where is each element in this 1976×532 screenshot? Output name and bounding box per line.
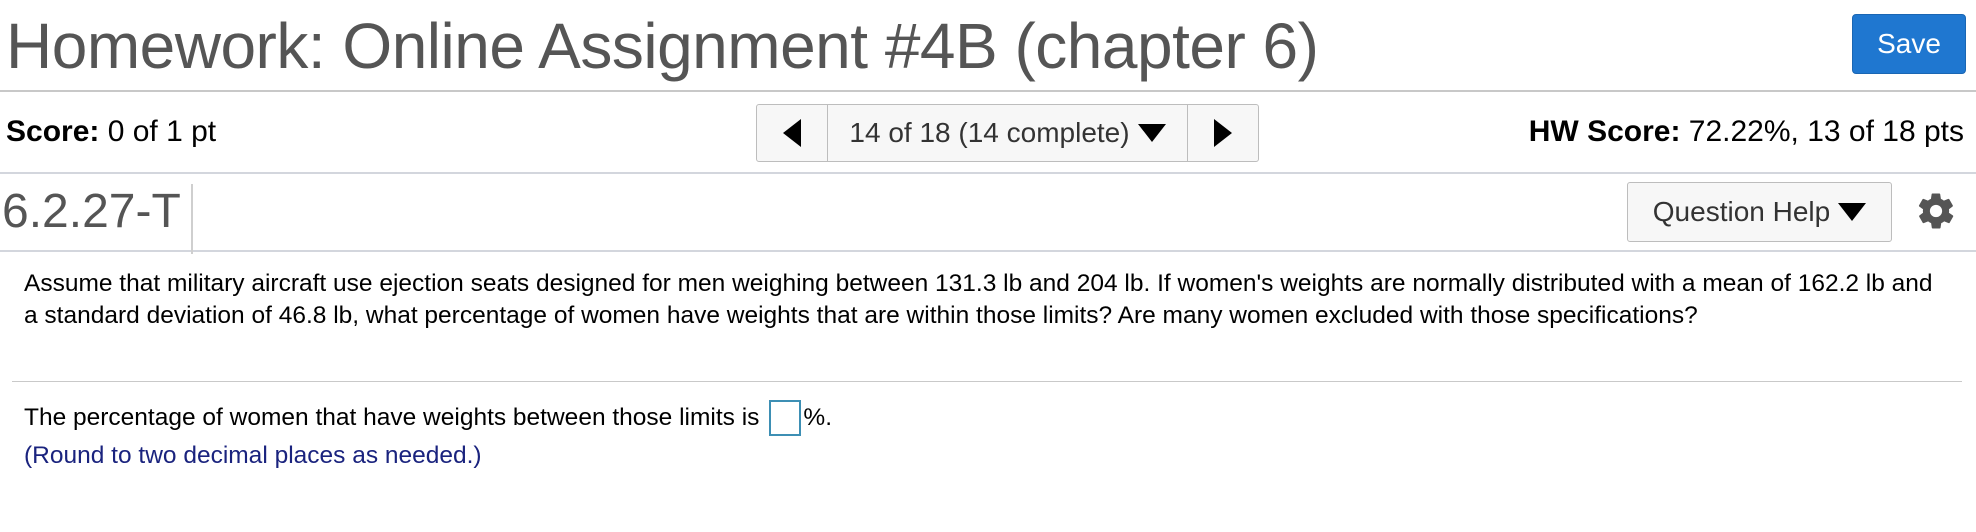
question-help-button[interactable]: Question Help [1627,182,1892,242]
question-header-row: 6.2.27-T Question Help [0,174,1976,254]
hw-score-label: HW Score: [1528,115,1681,148]
question-position-dropdown[interactable]: 14 of 18 (14 complete) [828,105,1187,161]
gear-icon[interactable] [1915,190,1957,232]
answer-suffix: %. [803,404,833,431]
answer-line: The percentage of women that have weight… [24,398,832,438]
page-title: Homework: Online Assignment #4B (chapter… [6,10,1319,82]
score-label: Score: [6,115,100,148]
answer-prefix: The percentage of women that have weight… [24,404,760,431]
arrow-left-icon [783,119,801,147]
question-score: Score: 0 of 1 pt [6,112,216,152]
hw-score: HW Score: 72.22%, 13 of 18 pts [1529,112,1964,152]
answer-input[interactable] [769,400,802,436]
question-position-label: 14 of 18 (14 complete) [849,117,1130,148]
next-question-button[interactable] [1187,105,1258,161]
title-bar: Homework: Online Assignment #4B (chapter… [0,0,1976,92]
divider [12,381,1962,382]
hw-score-value: 72.22%, 13 of 18 pts [1688,115,1964,148]
question-id: 6.2.27-T [2,184,193,254]
score-value: 0 of 1 pt [107,115,217,148]
caret-down-icon [1137,124,1166,142]
score-row: Score: 0 of 1 pt 14 of 18 (14 complete) … [0,92,1976,174]
question-help-label: Question Help [1652,196,1831,227]
question-text: Assume that military aircraft use ejecti… [24,270,1933,329]
arrow-right-icon [1214,119,1232,147]
question-navigator: 14 of 18 (14 complete) [756,104,1259,162]
caret-down-icon [1838,203,1867,221]
previous-question-button[interactable] [757,105,828,161]
rounding-hint: (Round to two decimal places as needed.) [24,442,482,469]
save-button[interactable]: Save [1852,14,1966,74]
